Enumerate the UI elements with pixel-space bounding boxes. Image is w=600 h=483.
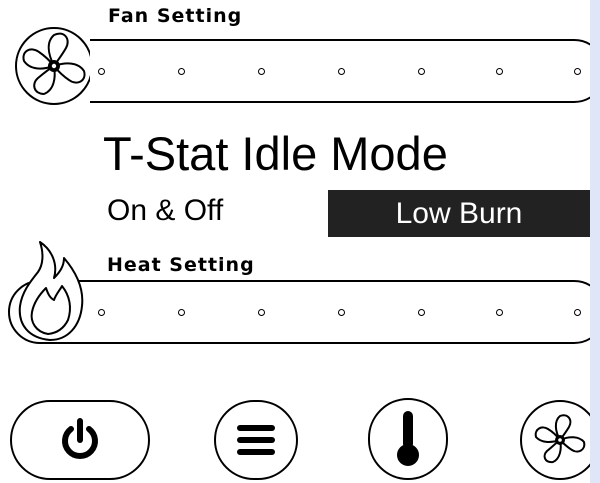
heat-level-5-dot[interactable] (418, 309, 425, 316)
heat-level-6-dot[interactable] (496, 309, 503, 316)
thermometer-icon (393, 409, 423, 469)
fan-icon (4, 18, 93, 108)
fan-level-1-dot[interactable] (98, 68, 105, 75)
fan-setting-slider[interactable] (6, 39, 590, 103)
heat-level-4-dot[interactable] (338, 309, 345, 316)
fan-icon (528, 408, 590, 472)
heat-level-7-dot[interactable] (574, 309, 581, 316)
fan-level-6-dot[interactable] (496, 68, 503, 75)
heat-level-2-dot[interactable] (178, 309, 185, 316)
heat-level-3-dot[interactable] (258, 309, 265, 316)
fan-level-2-dot[interactable] (178, 68, 185, 75)
fan-setting-title: Fan Setting (108, 5, 243, 27)
menu-button[interactable] (214, 400, 298, 480)
fan-level-3-dot[interactable] (258, 68, 265, 75)
on-off-option[interactable]: On & Off (107, 196, 223, 226)
fan-level-7-dot[interactable] (574, 68, 581, 75)
power-icon (58, 418, 102, 462)
temperature-button[interactable] (368, 398, 448, 480)
fan-level-4-dot[interactable] (338, 68, 345, 75)
control-panel: Fan Setting T-Stat Idle Mode On & Off Lo… (0, 0, 590, 483)
power-button[interactable] (10, 400, 150, 480)
low-burn-option-label: Low Burn (395, 196, 523, 230)
flame-icon (6, 232, 96, 344)
idle-mode-title: T-Stat Idle Mode (103, 127, 448, 180)
fan-level-5-dot[interactable] (418, 68, 425, 75)
fan-button[interactable] (520, 400, 590, 480)
low-burn-option[interactable]: Low Burn (328, 190, 590, 237)
heat-level-1-dot[interactable] (98, 309, 105, 316)
menu-icon (236, 423, 276, 457)
heat-setting-title: Heat Setting (107, 254, 255, 276)
